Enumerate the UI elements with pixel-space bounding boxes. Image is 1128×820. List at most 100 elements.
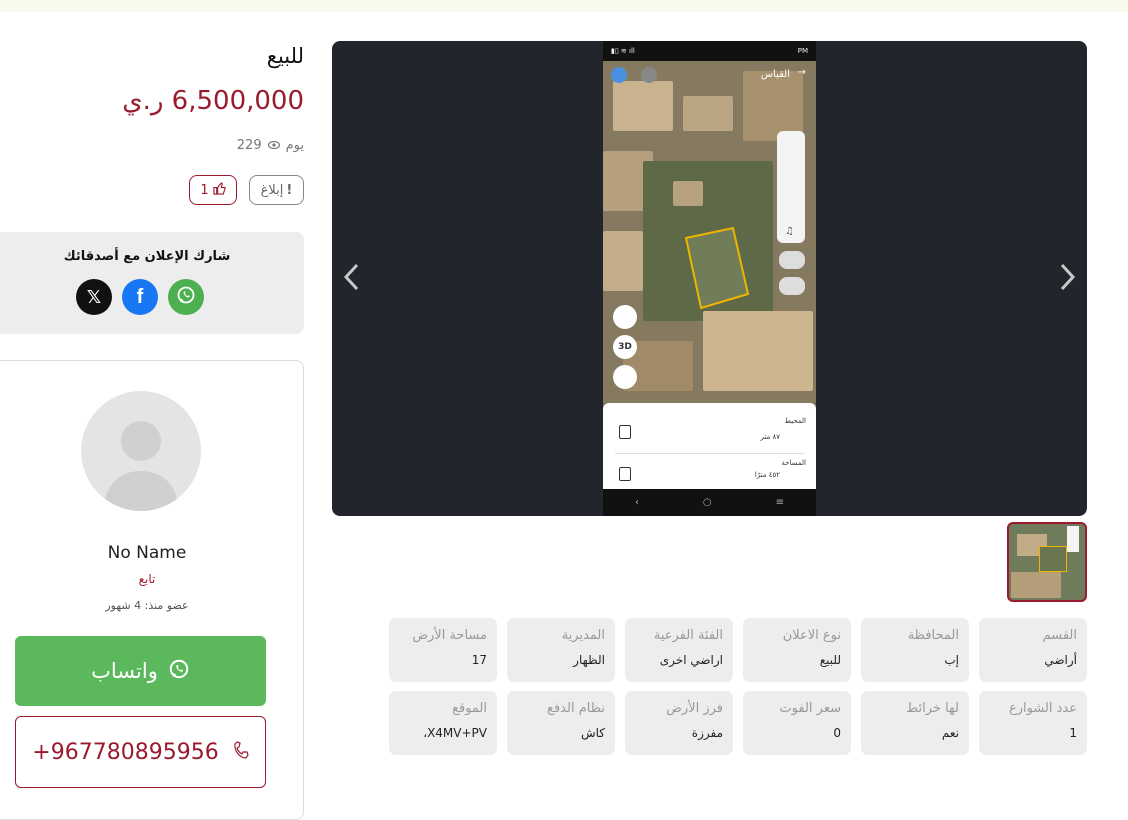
bell-icon <box>779 251 805 269</box>
detail-card: سعر الفوت 0 <box>743 691 851 755</box>
detail-label: المديرية <box>561 628 605 643</box>
listing-price: 6,500,000 ر.ي <box>122 86 304 116</box>
status-time: PM <box>797 47 808 55</box>
detail-value: الظهار <box>573 653 605 667</box>
detail-label: مساحة الأرض <box>412 628 487 643</box>
detail-value: نعم <box>941 726 959 740</box>
detail-label: المحافظة <box>907 628 959 643</box>
thumbs-up-icon <box>213 181 226 199</box>
phone-icon <box>233 740 249 765</box>
detail-card: نظام الدفع كاش <box>507 691 615 755</box>
detail-card: الفئة الفرعية اراضي اخرى <box>625 618 733 682</box>
measure-header: القياس → <box>603 65 816 89</box>
detail-label: فرز الأرض <box>666 701 723 716</box>
detail-card: عدد الشوارع 1 <box>979 691 1087 755</box>
detail-label: الفئة الفرعية <box>653 628 723 643</box>
map-building <box>1011 572 1061 598</box>
whatsapp-contact-button[interactable]: واتساب <box>15 636 266 706</box>
map-building <box>603 231 643 291</box>
detail-card: الموقع X4MV+PV، <box>389 691 497 755</box>
detail-label: القسم <box>1042 628 1077 643</box>
detail-value: 17 <box>471 653 487 667</box>
map-layer-panel <box>1067 526 1079 552</box>
share-panel: شارك الإعلان مع أصدقائك 𝕏 f <box>0 232 304 334</box>
report-label: إبلاغ <box>260 182 284 198</box>
facebook-share-button[interactable]: f <box>122 279 158 315</box>
detail-label: نوع الاعلان <box>782 628 841 643</box>
area-value: ٤٥٢ مترًا <box>754 471 780 479</box>
chevron-right-icon[interactable] <box>1057 261 1077 301</box>
detail-label: نظام الدفع <box>547 701 605 716</box>
views-count: 229 <box>236 138 262 153</box>
undo-icon <box>641 67 657 83</box>
detail-value: للبيع <box>819 653 841 667</box>
home-icon: ○ <box>702 497 712 508</box>
detail-label: الموقع <box>452 701 487 716</box>
listing-photo: ▮▯ ≋ ıll PM القياس → ♫ 3D المحيط ٨٧ متر … <box>603 41 816 516</box>
views-unit: يوم <box>285 138 304 153</box>
locate-icon <box>613 305 637 329</box>
facebook-icon: f <box>136 285 144 308</box>
listing-type-title: للبيع <box>266 44 304 68</box>
detail-card: القسم أراضي <box>979 618 1087 682</box>
menu-icon: ≡ <box>775 497 784 508</box>
detail-value: X4MV+PV، <box>423 726 487 740</box>
map-layer-panel: ♫ <box>777 131 805 243</box>
seller-card: No Name تابع عضو منذ: 4 شهور واتساب +967… <box>0 360 304 820</box>
moon-icon <box>779 277 805 295</box>
measure-label: القياس <box>760 69 790 80</box>
compass-icon <box>613 365 637 389</box>
twitter-share-button[interactable]: 𝕏 <box>76 279 112 315</box>
detail-value: مفرزة <box>691 726 723 740</box>
detail-label: سعر الفوت <box>779 701 841 716</box>
measure-panel: المحيط ٨٧ متر المساحة ٤٥٢ مترًا <box>603 403 816 489</box>
exclamation-icon: ! <box>286 182 293 198</box>
perimeter-label: المحيط <box>784 417 806 425</box>
phone-status-bar: ▮▯ ≋ ıll PM <box>603 41 816 61</box>
top-bar <box>0 0 1128 12</box>
share-title: شارك الإعلان مع أصدقائك <box>63 249 231 264</box>
copy-icon <box>619 425 631 439</box>
perimeter-value: ٨٧ متر <box>760 433 780 441</box>
detail-value: 0 <box>833 726 841 740</box>
arrow-right-icon: → <box>797 67 806 78</box>
detail-card: مساحة الأرض 17 <box>389 618 497 682</box>
map-building <box>703 311 813 391</box>
chevron-left-icon[interactable] <box>342 261 362 301</box>
like-button[interactable]: 1 <box>189 175 237 205</box>
detail-card: المحافظة إب <box>861 618 969 682</box>
detail-value: إب <box>944 653 959 667</box>
whatsapp-icon <box>168 658 190 685</box>
eye-icon <box>267 138 280 153</box>
phone-number: +967780895956 <box>32 739 219 765</box>
phone-nav-bar: ‹ ○ ≡ <box>603 489 816 516</box>
whatsapp-icon <box>176 285 196 309</box>
music-icon: ♫ <box>785 226 794 237</box>
copy-icon <box>619 467 631 481</box>
detail-card: نوع الاعلان للبيع <box>743 618 851 682</box>
back-icon: ‹ <box>634 497 639 508</box>
battery-icon: ▮▯ ≋ ıll <box>611 47 635 55</box>
image-gallery[interactable]: ▮▯ ≋ ıll PM القياس → ♫ 3D المحيط ٨٧ متر … <box>332 41 1087 516</box>
detail-value: أراضي <box>1044 653 1077 667</box>
detail-card: لها خرائط نعم <box>861 691 969 755</box>
refresh-icon <box>611 67 627 83</box>
detail-card: فرز الأرض مفرزة <box>625 691 733 755</box>
detail-value: 1 <box>1069 726 1077 740</box>
land-plot-outline <box>684 226 750 310</box>
views-counter: يوم 229 <box>237 138 304 153</box>
land-plot-outline <box>1039 546 1067 572</box>
whatsapp-share-button[interactable] <box>168 279 204 315</box>
report-button[interactable]: ! إبلاغ <box>249 175 304 205</box>
gallery-thumbnail[interactable] <box>1007 522 1087 602</box>
member-since: عضو منذ: 4 شهور <box>105 599 189 612</box>
seller-role[interactable]: تابع <box>0 572 303 586</box>
detail-label: لها خرائط <box>906 701 959 716</box>
phone-contact-button[interactable]: +967780895956 <box>15 716 266 788</box>
seller-name: No Name <box>107 543 187 563</box>
detail-value: كاش <box>580 726 605 740</box>
whatsapp-label: واتساب <box>91 659 158 683</box>
area-label: المساحة <box>781 459 806 467</box>
detail-card: المديرية الظهار <box>507 618 615 682</box>
map-building <box>673 181 703 206</box>
